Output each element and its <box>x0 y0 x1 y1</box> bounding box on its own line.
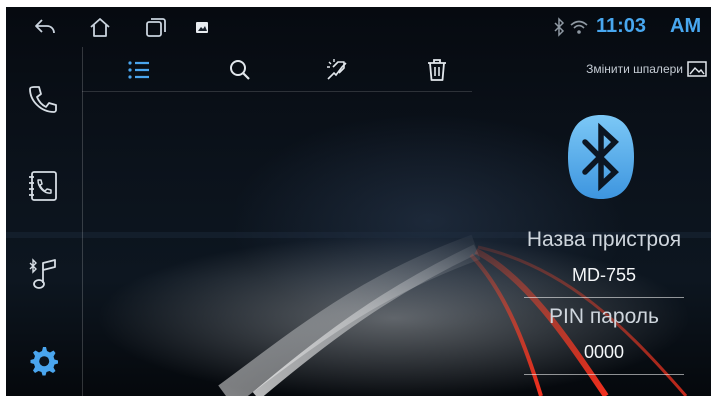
divider <box>524 297 684 298</box>
bluetooth-settings-screen: 11:03 AM Змінити шпалери Назва пристроя … <box>6 7 711 396</box>
bluetooth-icon <box>552 16 566 38</box>
clock-time: 11:03 <box>596 15 647 37</box>
sidebar <box>6 47 83 396</box>
device-name-label: Назва пристроя <box>526 228 682 251</box>
toolbar <box>82 47 472 92</box>
contacts-icon[interactable] <box>26 169 60 203</box>
delete-icon[interactable] <box>424 57 450 83</box>
device-info-panel: Назва пристроя MD-755 PIN пароль 0000 <box>504 225 704 379</box>
wifi-icon <box>569 16 589 38</box>
bluetooth-logo <box>568 115 634 199</box>
divider <box>524 374 684 375</box>
device-name-value[interactable]: MD-755 <box>504 261 704 289</box>
pin-label: PIN пароль <box>549 305 659 328</box>
settings-icon[interactable] <box>26 343 60 377</box>
change-wallpaper-button[interactable]: Змінити шпалери <box>586 59 707 79</box>
clock-ampm: AM <box>670 15 702 37</box>
list-icon[interactable] <box>126 57 152 83</box>
change-wallpaper-label: Змінити шпалери <box>586 62 683 76</box>
status-bar: 11:03 AM <box>6 7 711 47</box>
back-icon[interactable] <box>33 16 57 38</box>
gallery-icon <box>194 16 210 38</box>
search-icon[interactable] <box>227 57 253 83</box>
recent-apps-icon[interactable] <box>144 16 168 38</box>
home-icon[interactable] <box>88 16 112 38</box>
phone-icon[interactable] <box>26 82 60 116</box>
pin-value[interactable]: 0000 <box>504 338 704 366</box>
pair-device-icon[interactable] <box>324 57 350 83</box>
bluetooth-music-icon[interactable] <box>26 257 60 291</box>
image-icon <box>687 61 707 77</box>
